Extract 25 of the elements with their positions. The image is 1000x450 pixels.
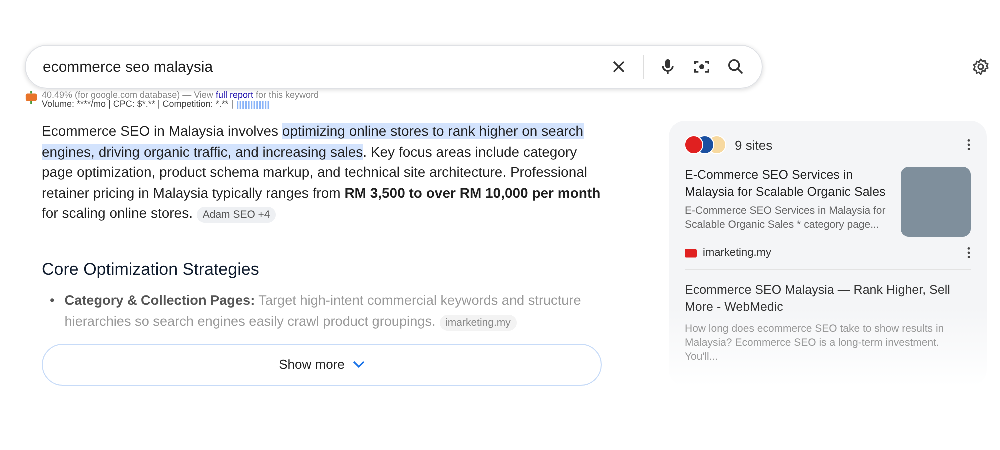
chevron-down-icon — [352, 360, 365, 368]
source-title[interactable]: Ecommerce SEO Malaysia — Rank Higher, Sell More - WebMedic — [685, 282, 971, 316]
search-icon[interactable] — [726, 57, 746, 77]
source-chip[interactable]: Adam SEO +4 — [196, 207, 276, 223]
keyword-stats-text: 40.49% (for google.com database) — View full report for this keyword — [42, 91, 319, 100]
site-name[interactable]: imarketing.my — [703, 247, 961, 259]
settings-icon[interactable] — [971, 57, 991, 77]
photo-placeholder — [901, 167, 971, 237]
section-heading: Core Optimization Strategies — [42, 260, 260, 280]
sites-count: 9 sites — [735, 138, 774, 152]
source-snippet: E-Commerce SEO Services in Malaysia for Scalable Organic Sales * category page... — [685, 204, 887, 232]
trend-bars-icon — [236, 100, 271, 108]
source-title[interactable]: E-Commerce SEO Services in Malaysia for Scalable Organic Sales — [685, 167, 891, 201]
site-logos-icon — [685, 135, 729, 155]
overview-paragraph: Ecommerce SEO in Malaysia involves optimizing online stores to rank higher on search engines, driving organic traffic, and increasing sales. Key focus areas include category page optimization, product schema markup, and technical site architecture. Professional retainer pricing in Malaysia typically ranges from RM 3,500 to over RM 10,000 per month for scaling online stores. Adam SEO +4 — [42, 122, 602, 225]
bullet-item: Category & Collection Pages: Target high-intent commercial keywords and structure hierarchies so search engines easily crawl product groupings. imarketing.my — [64, 292, 582, 332]
more-options-icon[interactable] — [967, 139, 971, 151]
site-logo-icon — [685, 248, 697, 258]
search-field[interactable]: ecommerce seo malaysia — [25, 45, 763, 89]
more-options-icon[interactable] — [967, 247, 971, 259]
volume-stats-text: Volume: ****/mo | CPC: $*.** | Competition: *.** | — [42, 100, 234, 109]
show-more-button[interactable]: Show more — [42, 344, 602, 386]
source-snippet: How long does ecommerce SEO take to show results in Malaysia? Ecommerce SEO is a long-term investment. You'll... — [685, 322, 946, 364]
logo-icon — [25, 91, 38, 104]
bullet-marker: • — [50, 292, 55, 310]
